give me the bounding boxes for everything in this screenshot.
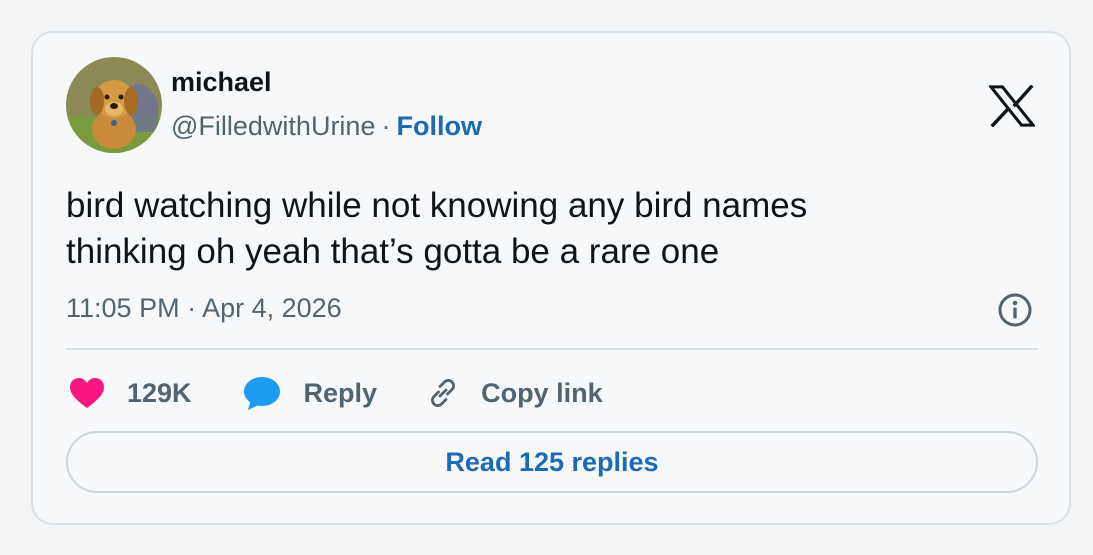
- tweet-text: bird watching while not knowing any bird…: [66, 183, 1026, 275]
- divider: [66, 348, 1038, 350]
- avatar-image: [66, 57, 162, 153]
- copy-link-button[interactable]: Copy link: [425, 375, 603, 411]
- link-icon: [431, 379, 456, 407]
- action-bar: 129K Reply Copy link: [69, 373, 603, 413]
- heart-icon: [70, 378, 104, 408]
- speech-bubble-icon: [243, 377, 280, 410]
- author-handle-row: @FilledwithUrine · Follow: [171, 111, 482, 142]
- follow-button[interactable]: Follow: [396, 111, 481, 141]
- tweet-text-line: thinking oh yeah that’s gotta be a rare …: [66, 232, 720, 271]
- tweet-embed-card: michael @FilledwithUrine · Follow bird wat…: [31, 31, 1071, 525]
- author-display-name[interactable]: michael: [171, 67, 272, 98]
- reply-label: Reply: [303, 377, 378, 408]
- author-handle[interactable]: @FilledwithUrine: [171, 111, 375, 141]
- tweet-text-line: bird watching while not knowing any bird…: [66, 186, 808, 225]
- handle-separator: ·: [381, 111, 391, 141]
- x-logo-icon[interactable]: [989, 85, 1035, 127]
- reply-button[interactable]: Reply: [242, 375, 378, 411]
- avatar[interactable]: [66, 57, 162, 153]
- read-replies-button[interactable]: Read 125 replies: [66, 431, 1038, 493]
- copy-link-label: Copy link: [481, 377, 603, 408]
- info-icon[interactable]: [997, 292, 1033, 328]
- tweet-timestamp[interactable]: 11:05 PM · Apr 4, 2026: [66, 293, 342, 324]
- read-replies-label: Read 125 replies: [445, 446, 659, 477]
- like-button[interactable]: 129K: [69, 377, 192, 409]
- like-count: 129K: [127, 377, 192, 408]
